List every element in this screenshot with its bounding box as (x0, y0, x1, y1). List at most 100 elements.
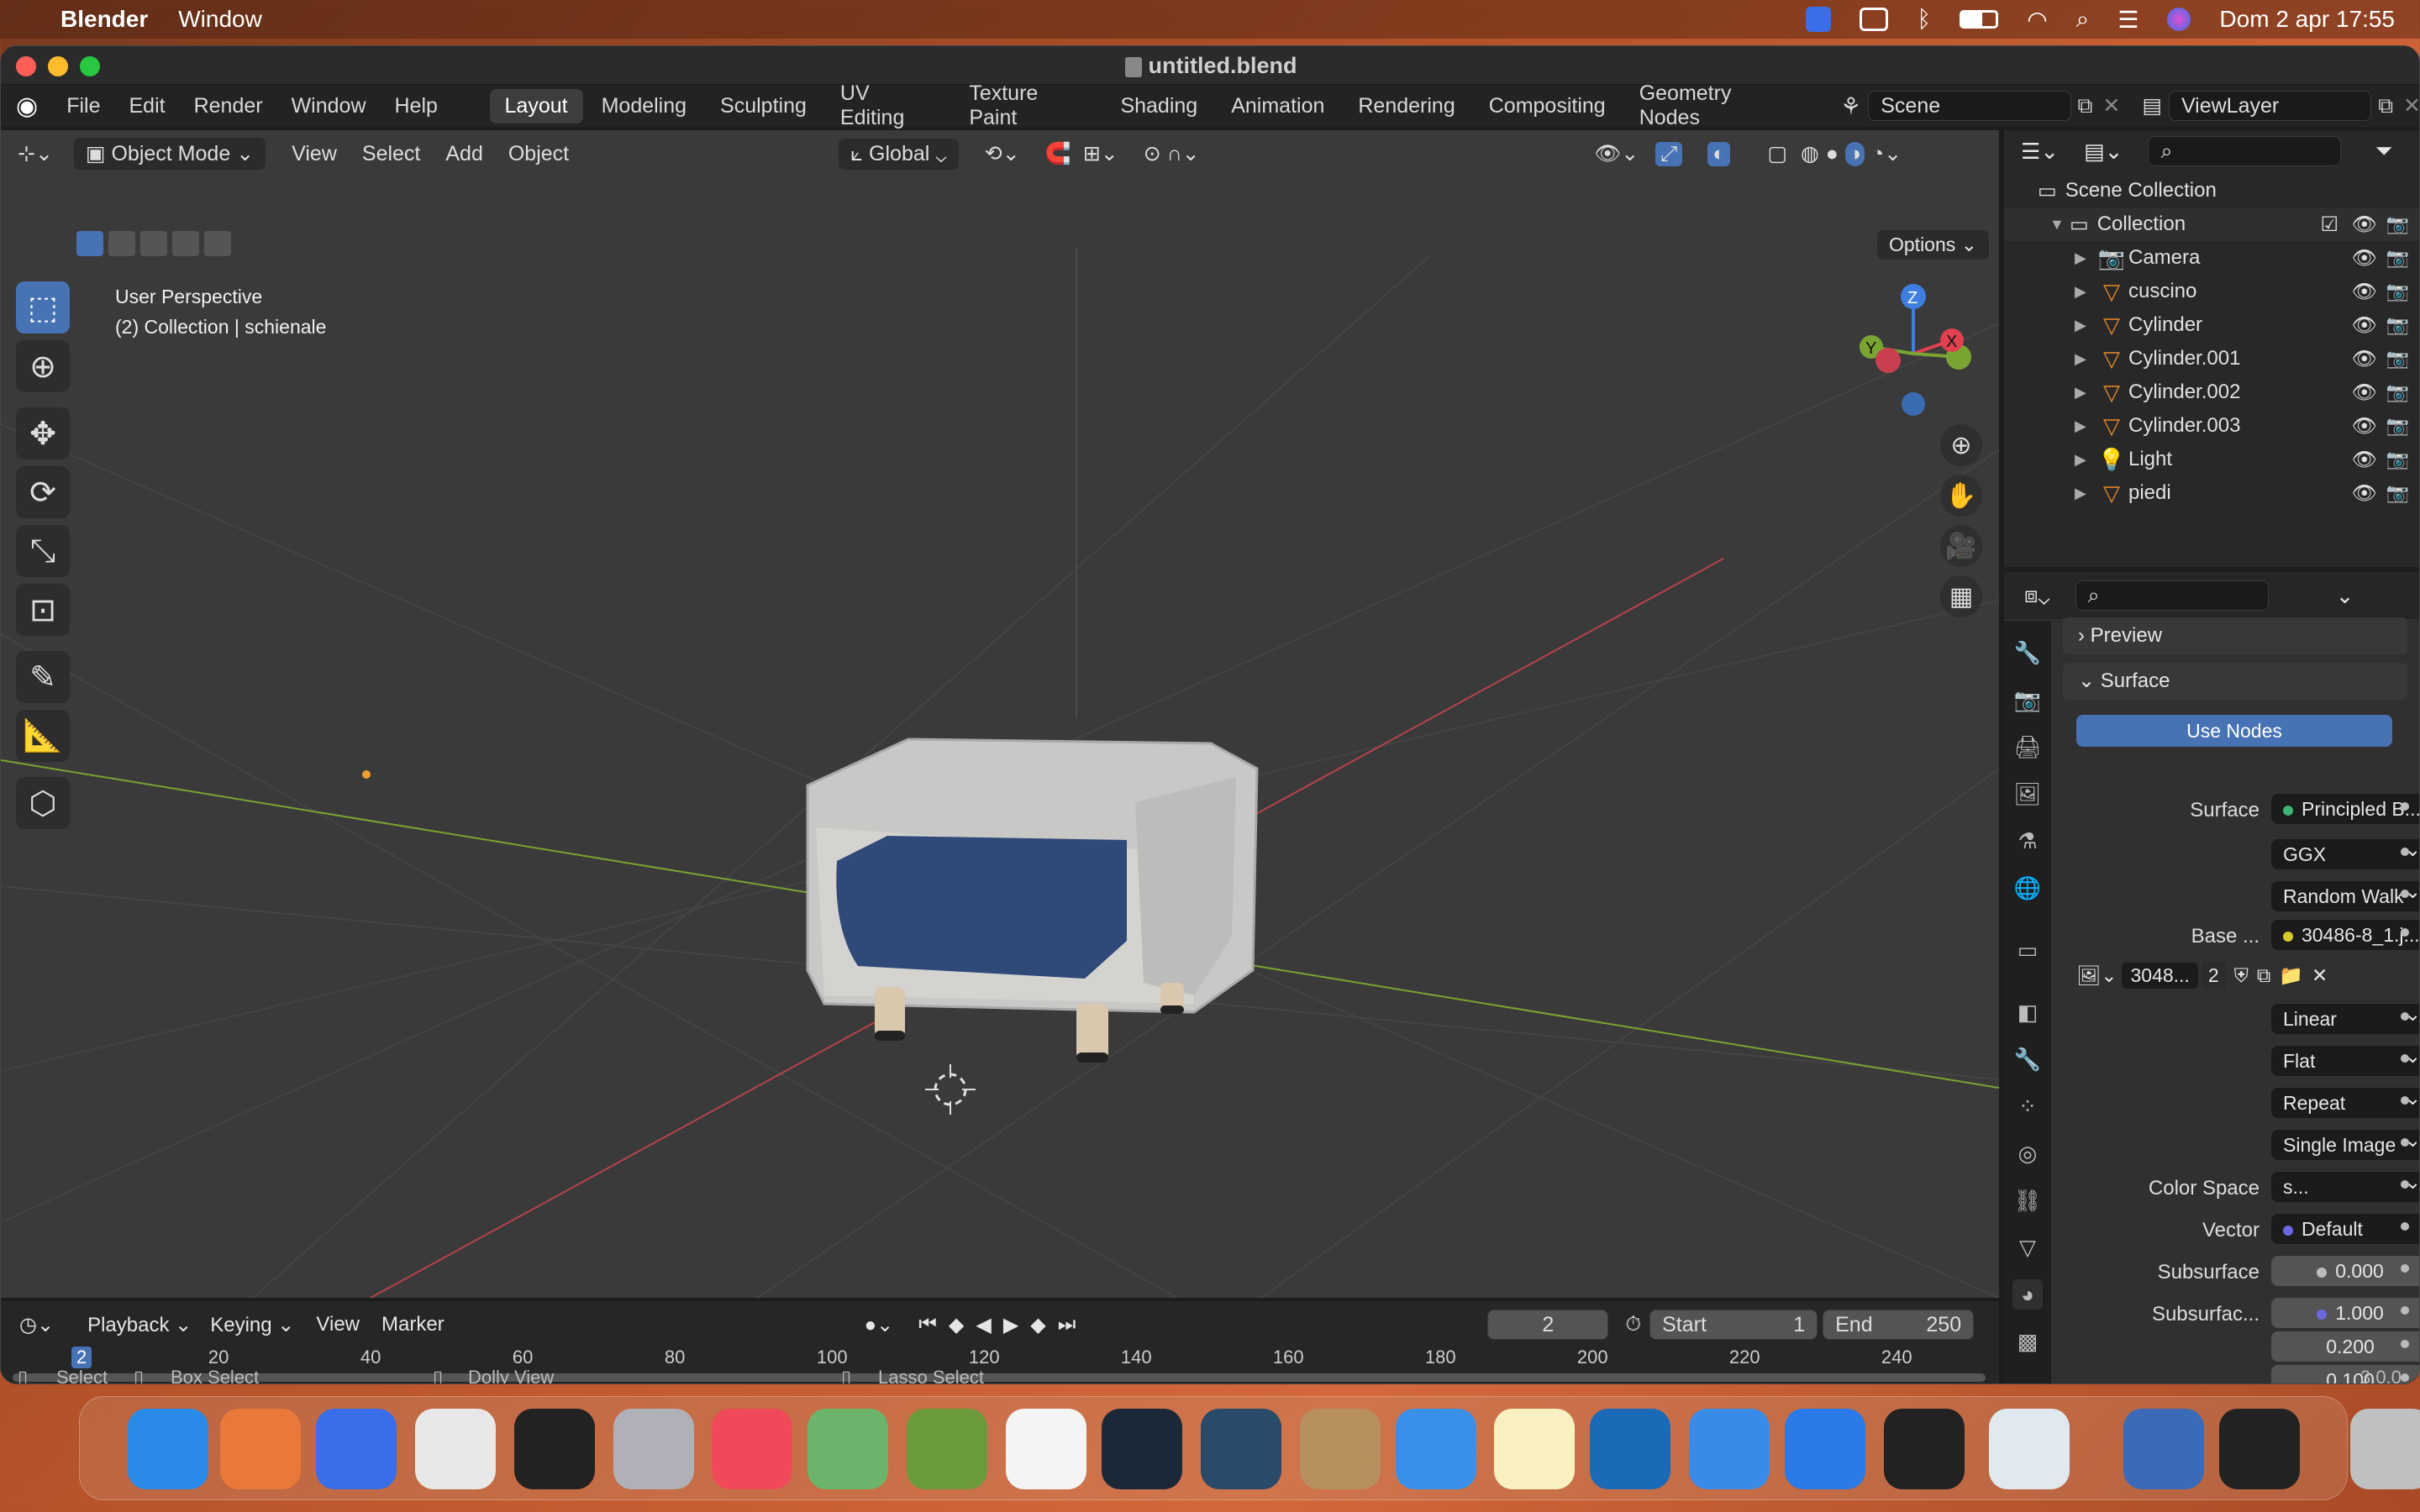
rotate-tool[interactable]: ⟳ (16, 466, 70, 518)
data-tab-icon[interactable]: ▽ (2012, 1232, 2043, 1263)
proportional-edit-icon[interactable]: ⊙ ∩⌄ (1144, 141, 1200, 166)
new-view-layer-icon[interactable]: ⧉ (2378, 94, 2393, 118)
constraints-tab-icon[interactable]: ⛓ (2012, 1185, 2043, 1215)
wireframe-shading-icon[interactable]: ◍ (1801, 141, 1819, 166)
expand-arrow-icon[interactable]: ▶ (2075, 451, 2095, 469)
xray-icon[interactable]: ▢ (1767, 141, 1787, 166)
menu-view[interactable]: View (292, 142, 337, 166)
remove-view-layer-icon[interactable]: ✕ (2403, 93, 2419, 118)
app-menu[interactable]: Blender (60, 6, 148, 33)
select-intersect-icon[interactable] (204, 231, 231, 256)
keyframe-dot-icon[interactable] (2401, 1222, 2409, 1231)
eye-icon[interactable]: 👁 (2352, 280, 2377, 304)
keyframe-dot-icon[interactable] (2401, 848, 2409, 856)
keying-menu[interactable]: Keying ⌄ (210, 1313, 294, 1337)
property-field[interactable]: Principled B... (2271, 794, 2419, 824)
timeline-editor-icon[interactable]: ◷⌄ (19, 1313, 54, 1337)
3d-cursor-icon[interactable] (925, 1064, 976, 1115)
render-camera-icon[interactable]: 📷 (2386, 281, 2409, 302)
options-dropdown[interactable]: Options ⌄ (1876, 229, 1990, 260)
tab-animation[interactable]: Animation (1216, 89, 1339, 123)
snap-target-icon[interactable]: ⊞⌄ (1083, 141, 1118, 166)
menu-render[interactable]: Render (194, 94, 263, 118)
select-new-icon[interactable] (76, 231, 103, 256)
dock-mail-icon[interactable] (1689, 1409, 1770, 1489)
preview-panel[interactable]: › Preview (2063, 617, 2407, 654)
keyframe-dot-icon[interactable] (2401, 1138, 2409, 1147)
play-reverse-icon[interactable]: ◀ (976, 1313, 991, 1337)
stopwatch-icon[interactable]: ⏱ (1625, 1313, 1641, 1336)
select-mode-buttons[interactable] (76, 231, 236, 258)
dock-notes-icon[interactable] (1494, 1409, 1576, 1489)
outliner-collection[interactable]: ▼ ▭ Collection ☑ 👁 📷 (2004, 207, 2419, 241)
expand-arrow-icon[interactable]: ▶ (2075, 249, 2095, 267)
timeline-view-menu[interactable]: View (316, 1313, 360, 1336)
control-center-icon[interactable]: ☰ (2118, 6, 2139, 34)
keyframe-dot-icon[interactable] (2401, 1054, 2409, 1063)
physics-tab-icon[interactable]: ◎ (2012, 1138, 2043, 1168)
outliner-item-camera[interactable]: ▶ 📷 Camera 👁 📷 (2004, 241, 2419, 275)
property-field[interactable]: GGX (2271, 839, 2419, 869)
eye-icon[interactable]: 👁 (2352, 313, 2377, 338)
scene-icon[interactable]: ⚘ (1840, 92, 1861, 120)
jump-end-icon[interactable]: ⏭ (1058, 1313, 1076, 1336)
expand-arrow-icon[interactable]: ▼ (2049, 216, 2070, 234)
render-tab-icon[interactable]: 📷 (2012, 685, 2043, 715)
tab-modeling[interactable]: Modeling (587, 89, 702, 123)
output-tab-icon[interactable]: 🖨 (2012, 732, 2043, 762)
outliner-item-cylinder-002[interactable]: ▶ ▽ Cylinder.002 👁 📷 (2004, 375, 2419, 409)
keyframe-dot-icon[interactable] (2401, 802, 2409, 811)
property-field[interactable]: Default (2271, 1214, 2419, 1244)
mode-selector[interactable]: ▣ Object Mode ⌄ (72, 137, 267, 171)
visibility-icon[interactable]: 👁⌄ (1595, 141, 1639, 166)
current-frame-field[interactable]: 2 (1487, 1310, 1609, 1340)
select-box-tool[interactable]: ⬚ (16, 281, 70, 333)
tab-layout[interactable]: Layout (489, 88, 583, 123)
record-icon[interactable]: ●⌄ (865, 1313, 894, 1337)
jump-start-icon[interactable]: ⏮ (918, 1313, 937, 1336)
bluetooth-icon[interactable]: ᛒ (1917, 6, 1931, 33)
material-tab-icon[interactable]: ◕ (2012, 1279, 2043, 1310)
checkbox-icon[interactable]: ☑ (2320, 213, 2338, 237)
render-camera-icon[interactable]: 📷 (2386, 348, 2409, 370)
pivot-point-icon[interactable]: ⟲⌄ (985, 141, 1020, 166)
property-field[interactable]: Repeat (2271, 1088, 2419, 1118)
marker-menu[interactable]: Marker (381, 1313, 445, 1336)
outliner-item-cylinder[interactable]: ▶ ▽ Cylinder 👁 📷 (2004, 308, 2419, 342)
property-field[interactable]: 1.000 (2271, 1298, 2419, 1328)
display-mode-icon[interactable]: ▤⌄ (2084, 139, 2123, 165)
expand-arrow-icon[interactable]: ▶ (2075, 417, 2095, 435)
eye-icon[interactable]: 👁 (2352, 414, 2377, 438)
render-camera-icon[interactable]: 📷 (2386, 415, 2409, 437)
menu-add[interactable]: Add (445, 142, 482, 166)
unlink-icon[interactable]: ✕ (2312, 964, 2328, 987)
dock-minecraft-icon[interactable] (907, 1409, 988, 1489)
material-shading-icon[interactable]: ◑ (1844, 141, 1865, 166)
property-field[interactable]: 0.200 (2271, 1331, 2419, 1362)
battery-icon[interactable] (1960, 10, 1999, 29)
dock-canva-icon[interactable] (316, 1409, 397, 1489)
dock-music-icon[interactable] (712, 1409, 793, 1489)
expand-arrow-icon[interactable]: ▶ (2075, 485, 2095, 502)
annotate-tool[interactable]: ✎ (16, 651, 70, 703)
properties-options-icon[interactable]: ⌄ (2336, 583, 2354, 609)
new-scene-icon[interactable]: ⧉ (2078, 94, 2093, 118)
ortho-grid-icon[interactable]: ▦ (1940, 575, 1982, 617)
light-origin[interactable] (362, 770, 371, 779)
image-datablock[interactable]: 🖼⌄ 3048... 2 ⛨ ⧉ 📁 ✕ (2076, 960, 2404, 990)
end-frame-field[interactable]: End 250 (1823, 1310, 1975, 1340)
window-menu[interactable]: Window (178, 6, 262, 33)
rendered-shading-icon[interactable]: ◔⌄ (1871, 141, 1902, 166)
outliner-item-light[interactable]: ▶ 💡 Light 👁 📷 (2004, 443, 2419, 476)
cursor-tool[interactable]: ⊕ (16, 340, 70, 392)
texture-tab-icon[interactable]: ▩ (2012, 1326, 2043, 1357)
siri-icon[interactable] (2167, 8, 2191, 31)
properties-search-input[interactable]: ⌕ (2075, 580, 2269, 611)
scene-field[interactable]: Scene (1868, 91, 2071, 121)
blender-logo-icon[interactable]: ◉ (16, 92, 38, 121)
start-frame-field[interactable]: Start 1 (1649, 1310, 1818, 1340)
select-extend-icon[interactable] (108, 231, 135, 256)
property-field[interactable]: 30486-8_1.j... (2271, 920, 2419, 950)
property-field[interactable]: Single Image (2271, 1130, 2419, 1160)
outliner-search-input[interactable]: ⌕ (2148, 136, 2342, 166)
